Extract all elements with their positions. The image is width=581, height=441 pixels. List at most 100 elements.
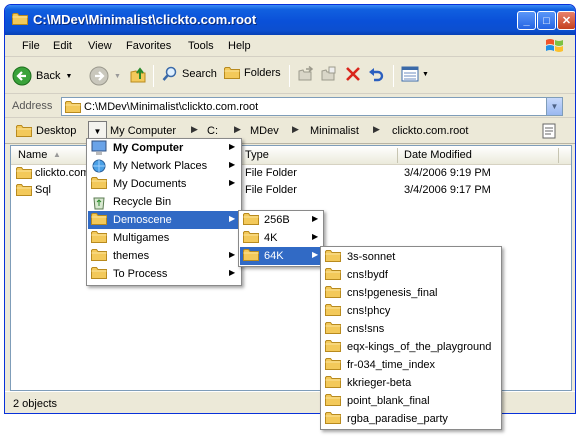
undo-button[interactable]	[368, 66, 384, 82]
menu-item-label: cns!bydf	[347, 269, 388, 281]
menu-item-my-computer[interactable]: My Computer ▶	[88, 139, 240, 157]
menu-item-label: cns!sns	[347, 323, 385, 335]
toolbar: Back ▼ ▼ Search Folders ▼	[5, 58, 575, 94]
menu-file[interactable]: File	[22, 40, 40, 52]
toolbar-separator	[153, 65, 154, 87]
delete-icon	[346, 67, 360, 81]
folders-icon	[224, 66, 240, 80]
menu-item-4k[interactable]: 4K ▶	[240, 229, 322, 247]
menu-item-my-documents[interactable]: My Documents ▶	[88, 175, 240, 193]
chevron-right-icon: ▶	[292, 124, 299, 134]
menu-item-themes[interactable]: themes ▶	[88, 247, 240, 265]
crumb-desktop[interactable]: Desktop	[36, 125, 76, 137]
forward-arrow-icon	[89, 66, 109, 86]
menu-item-label: rgba_paradise_party	[347, 413, 448, 425]
menu-tools[interactable]: Tools	[188, 40, 214, 52]
window-title: C:\MDev\Minimalist\clickto.com.root	[33, 12, 257, 27]
close-button[interactable]: ✕	[557, 11, 575, 30]
search-button[interactable]: Search	[162, 66, 217, 82]
views-icon	[401, 66, 419, 82]
menu-item-folder[interactable]: cns!sns	[322, 320, 500, 338]
delete-button[interactable]	[345, 66, 361, 82]
menu-item-folder[interactable]: cns!pgenesis_final	[322, 284, 500, 302]
forward-button[interactable]: ▼	[89, 66, 121, 86]
windows-logo-icon	[545, 37, 565, 58]
menu-item-256b[interactable]: 256B ▶	[240, 211, 322, 229]
folder-icon	[91, 230, 107, 247]
crumb-my-computer[interactable]: My Computer	[110, 125, 176, 137]
menu-item-folder[interactable]: cns!bydf	[322, 266, 500, 284]
folder-icon	[65, 100, 81, 117]
folder-icon	[243, 212, 259, 229]
search-label: Search	[182, 68, 217, 80]
menu-favorites[interactable]: Favorites	[126, 40, 171, 52]
chevron-down-icon[interactable]: ▼	[114, 73, 121, 80]
up-folder-button[interactable]	[129, 66, 147, 84]
address-field[interactable]: C:\MDev\Minimalist\clickto.com.root ▼	[61, 97, 563, 116]
address-label: Address	[12, 100, 53, 112]
menu-view[interactable]: View	[88, 40, 112, 52]
views-button[interactable]: ▼	[401, 66, 429, 82]
menu-item-label: To Process	[113, 268, 168, 280]
menu-item-label: Recycle Bin	[113, 196, 172, 208]
column-divider[interactable]	[558, 148, 559, 163]
title-bar[interactable]: C:\MDev\Minimalist\clickto.com.root _ □ …	[5, 5, 575, 35]
file-name: clickto.com	[35, 167, 90, 179]
64k-submenu: 3s-sonnet cns!bydf cns!pgenesis_final cn…	[320, 246, 502, 430]
properties-icon[interactable]	[542, 123, 556, 142]
move-to-button[interactable]	[298, 66, 314, 82]
chevron-right-icon: ▶	[229, 142, 236, 151]
crumb-c-drive[interactable]: C:	[207, 125, 218, 137]
column-divider[interactable]	[397, 148, 398, 163]
crumb-minimalist[interactable]: Minimalist	[310, 125, 359, 137]
maximize-button[interactable]: □	[537, 11, 556, 30]
breadcrumb-menu: My Computer ▶ My Network Places ▶ My Doc…	[86, 138, 242, 286]
minimize-button[interactable]: _	[517, 11, 536, 30]
back-button[interactable]: Back ▼	[12, 66, 72, 86]
status-text: 2 objects	[13, 398, 58, 410]
menu-item-folder[interactable]: eqx-kings_of_the_playground	[322, 338, 500, 356]
crumb-mdev[interactable]: MDev	[250, 125, 279, 137]
menu-item-label: My Documents	[113, 178, 187, 190]
chevron-down-icon[interactable]: ▼	[422, 71, 429, 78]
column-date[interactable]: Date Modified	[404, 149, 472, 161]
menu-bar: File Edit View Favorites Tools Help	[5, 35, 575, 57]
menu-item-label: 256B	[264, 214, 290, 226]
menu-item-label: cns!pgenesis_final	[347, 287, 438, 299]
column-name[interactable]: Name	[18, 149, 47, 161]
menu-item-64k[interactable]: 64K ▶	[240, 247, 322, 265]
menu-edit[interactable]: Edit	[53, 40, 72, 52]
menu-item-my-network-places[interactable]: My Network Places ▶	[88, 157, 240, 175]
column-type[interactable]: Type	[245, 149, 269, 161]
folders-button[interactable]: Folders	[224, 66, 281, 80]
menu-item-to-process[interactable]: To Process ▶	[88, 265, 240, 283]
menu-item-folder[interactable]: point_blank_final	[322, 392, 500, 410]
menu-item-folder[interactable]: kkrieger-beta	[322, 374, 500, 392]
address-dropdown-button[interactable]: ▼	[546, 98, 562, 115]
undo-icon	[369, 68, 384, 82]
toolbar-separator	[393, 65, 394, 87]
crumb-clickto[interactable]: clickto.com.root	[392, 125, 468, 137]
menu-item-demoscene[interactable]: Demoscene ▶	[88, 211, 240, 229]
menu-item-multigames[interactable]: Multigames	[88, 229, 240, 247]
menu-item-folder[interactable]: rgba_paradise_party	[322, 410, 500, 428]
folder-icon	[325, 357, 341, 374]
copy-to-button[interactable]	[321, 66, 337, 82]
menu-item-label: My Network Places	[113, 160, 208, 172]
menu-item-folder[interactable]: 3s-sonnet	[322, 248, 500, 266]
chevron-down-icon[interactable]: ▼	[65, 73, 72, 80]
menu-item-folder[interactable]: cns!phcy	[322, 302, 500, 320]
folder-icon	[325, 339, 341, 356]
chevron-right-icon: ▶	[312, 250, 319, 259]
menu-help[interactable]: Help	[228, 40, 251, 52]
demoscene-submenu: 256B ▶ 4K ▶ 64K ▶	[238, 210, 324, 267]
menu-item-recycle-bin[interactable]: Recycle Bin	[88, 193, 240, 211]
menu-item-label: Demoscene	[113, 214, 172, 226]
toolbar-separator	[289, 65, 290, 87]
chevron-right-icon: ▶	[312, 232, 319, 241]
folder-icon	[91, 266, 107, 283]
menu-item-folder[interactable]: fr-034_time_index	[322, 356, 500, 374]
menu-item-label: 4K	[264, 232, 278, 244]
file-name: Sql	[35, 184, 51, 196]
folders-label: Folders	[244, 67, 281, 79]
